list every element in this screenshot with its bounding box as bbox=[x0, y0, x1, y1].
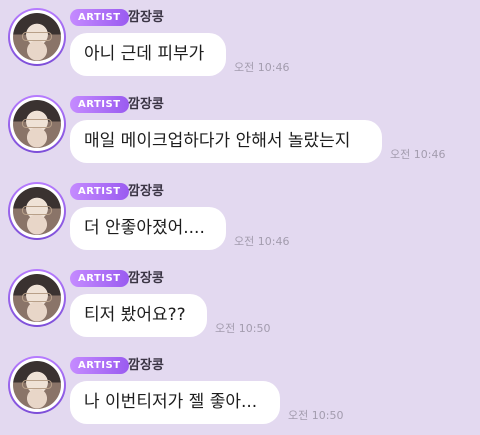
profile-photo bbox=[13, 274, 61, 322]
artist-badge: ARTIST bbox=[70, 96, 129, 113]
sender-name: 깜장콩 bbox=[128, 184, 164, 199]
message-time: 오전 10:46 bbox=[390, 148, 446, 161]
avatar[interactable] bbox=[8, 182, 66, 240]
artist-badge: ARTIST bbox=[70, 183, 129, 200]
message-bubble[interactable]: 매일 메이크업하다가 안해서 놀랐는지 bbox=[70, 120, 382, 163]
chat-message: ARTIST 깜장콩 매일 메이크업하다가 안해서 놀랐는지 오전 10:46 bbox=[0, 87, 480, 174]
chat-message: ARTIST 깜장콩 더 안좋아졌어.... 오전 10:46 bbox=[0, 174, 480, 261]
sender-name: 깜장콩 bbox=[128, 271, 164, 286]
sender-name: 깜장콩 bbox=[128, 10, 164, 25]
sender-name: 깜장콩 bbox=[128, 97, 164, 112]
message-time: 오전 10:46 bbox=[234, 61, 290, 74]
avatar[interactable] bbox=[8, 8, 66, 66]
profile-photo bbox=[13, 361, 61, 409]
profile-photo bbox=[13, 100, 61, 148]
profile-photo bbox=[13, 13, 61, 61]
message-bubble[interactable]: 티저 봤어요?? bbox=[70, 294, 207, 337]
message-time: 오전 10:50 bbox=[215, 322, 271, 335]
avatar[interactable] bbox=[8, 95, 66, 153]
sender-name: 깜장콩 bbox=[128, 358, 164, 373]
message-bubble[interactable]: 더 안좋아졌어.... bbox=[70, 207, 226, 250]
profile-photo bbox=[13, 187, 61, 235]
chat-message: ARTIST 깜장콩 아니 근데 피부가 오전 10:46 bbox=[0, 0, 480, 87]
message-bubble[interactable]: 아니 근데 피부가 bbox=[70, 33, 226, 76]
avatar[interactable] bbox=[8, 269, 66, 327]
artist-badge: ARTIST bbox=[70, 270, 129, 287]
artist-badge: ARTIST bbox=[70, 9, 129, 26]
chat-message: ARTIST 깜장콩 나 이번티저가 젤 좋아... 오전 10:50 bbox=[0, 348, 480, 435]
message-bubble[interactable]: 나 이번티저가 젤 좋아... bbox=[70, 381, 280, 424]
chat-message: ARTIST 깜장콩 티저 봤어요?? 오전 10:50 bbox=[0, 261, 480, 348]
message-time: 오전 10:50 bbox=[288, 409, 344, 422]
artist-badge: ARTIST bbox=[70, 357, 129, 374]
avatar[interactable] bbox=[8, 356, 66, 414]
message-time: 오전 10:46 bbox=[234, 235, 290, 248]
